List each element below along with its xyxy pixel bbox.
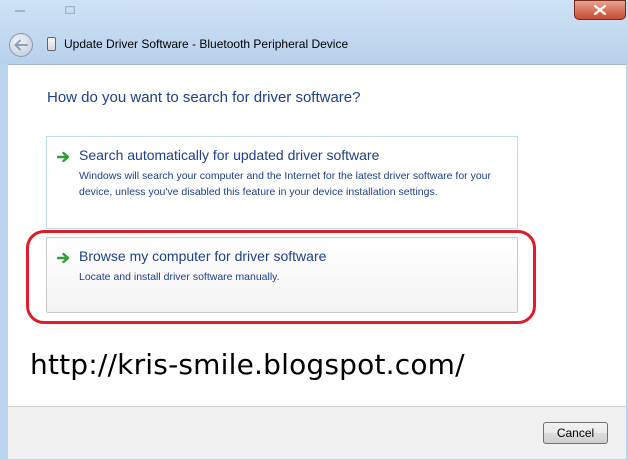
option-description: Windows will search your computer and th…: [79, 170, 492, 198]
red-highlight-annotation: [26, 230, 536, 324]
window-title: Update Driver Software - Bluetooth Perip…: [64, 37, 349, 51]
dialog-footer: Cancel: [8, 406, 626, 459]
title-bar: Update Driver Software - Bluetooth Perip…: [0, 0, 628, 64]
search-automatically-option[interactable]: Search automatically for updated driver …: [46, 136, 518, 229]
close-button[interactable]: [574, 0, 626, 20]
option-title: Search automatically for updated driver …: [79, 147, 380, 163]
cancel-button[interactable]: Cancel: [543, 422, 608, 444]
content-area: How do you want to search for driver sof…: [8, 64, 626, 407]
dialog-window: Update Driver Software - Bluetooth Perip…: [0, 0, 628, 460]
close-icon: [594, 5, 606, 15]
maximize-icon: [65, 6, 75, 14]
back-button[interactable]: [9, 33, 33, 57]
back-arrow-icon: [14, 39, 28, 51]
green-arrow-icon: [57, 150, 71, 164]
minimize-button[interactable]: [0, 0, 40, 20]
maximize-button[interactable]: [40, 0, 100, 20]
watermark-url: http://kris-smile.blogspot.com/: [30, 348, 465, 381]
bluetooth-device-icon: [47, 37, 56, 51]
minimize-icon: [15, 10, 25, 12]
page-heading: How do you want to search for driver sof…: [47, 89, 361, 106]
